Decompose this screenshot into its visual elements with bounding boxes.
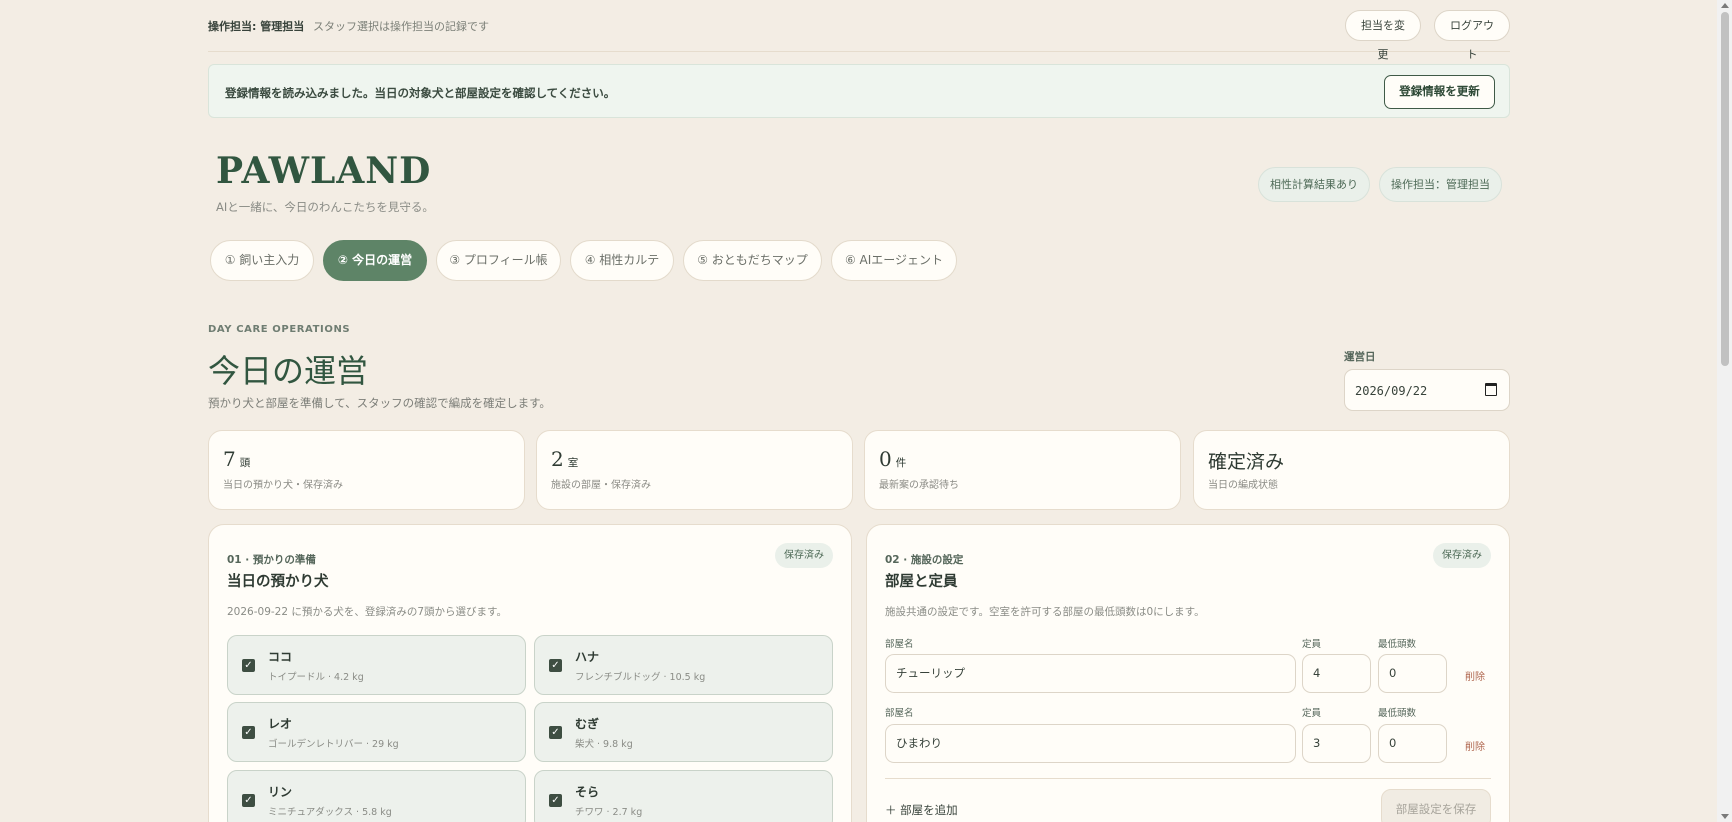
- stat-value: 2: [551, 447, 564, 471]
- dog-name: レオ: [268, 717, 293, 731]
- panel-step: 01 · 預かりの準備: [227, 554, 316, 566]
- brand-logo: PAWLAND: [216, 150, 432, 192]
- panel-title: 部屋と定員: [885, 574, 958, 590]
- dog-name: そら: [575, 785, 600, 799]
- saved-badge: 保存済み: [1433, 543, 1491, 568]
- dog-meta: トイプードル · 4.2 kg: [268, 672, 364, 683]
- room-min-label: 最低頭数: [1378, 708, 1417, 719]
- dog-option[interactable]: ✓ リン ミニチュアダックス · 5.8 kg: [227, 770, 526, 822]
- stat-card-rooms: 2室 施設の部屋・保存済み: [536, 430, 853, 510]
- dog-option[interactable]: ✓ ココ トイプードル · 4.2 kg: [227, 635, 526, 695]
- brand-tagline: AIと一緒に、今日のわんこたちを見守る。: [216, 200, 434, 214]
- dog-meta: 柴犬 · 9.8 kg: [575, 739, 633, 750]
- tab-ai-agent[interactable]: ⑥ AIエージェント: [831, 240, 957, 281]
- stat-unit: 頭: [239, 457, 251, 469]
- tab-profile-book[interactable]: ③ プロフィール帳: [436, 240, 561, 281]
- tab-today-operations[interactable]: ② 今日の運営: [323, 240, 427, 281]
- operator-status-badge: 操作担当：管理担当: [1379, 167, 1502, 202]
- tab-friends-map[interactable]: ⑤ おともだちマップ: [683, 240, 822, 281]
- room-name-label: 部屋名: [885, 639, 914, 650]
- page-scrollbar[interactable]: [1717, 0, 1732, 822]
- operator-note: スタッフ選択は操作担当の記録です: [313, 20, 489, 33]
- scrollbar-thumb[interactable]: [1721, 12, 1729, 366]
- stat-value: 7: [223, 447, 236, 471]
- top-bar: 操作担当: 管理担当 スタッフ選択は操作担当の記録です 担当を変更 ログアウト: [208, 0, 1510, 61]
- refresh-registration-button[interactable]: 登録情報を更新: [1384, 75, 1495, 109]
- tab-owner-input[interactable]: ① 飼い主入力: [210, 240, 314, 281]
- operation-date-label: 運営日: [1344, 351, 1376, 363]
- checkbox-checked-icon[interactable]: ✓: [549, 794, 562, 807]
- room-capacity-input[interactable]: 3: [1302, 724, 1371, 763]
- room-capacity-input[interactable]: 4: [1302, 654, 1371, 693]
- panel-description: 施設共通の設定です。空室を許可する部屋の最低頭数は0にします。: [885, 606, 1205, 618]
- room-min-label: 最低頭数: [1378, 639, 1417, 650]
- notice-banner: 登録情報を読み込みました。当日の対象犬と部屋設定を確認してください。 登録情報を…: [208, 64, 1510, 118]
- operation-date-input[interactable]: 2026/09/22: [1344, 369, 1510, 411]
- room-name-input[interactable]: チューリップ: [885, 654, 1296, 693]
- room-min-input[interactable]: 0: [1378, 654, 1447, 693]
- dog-option[interactable]: ✓ そら チワワ · 2.7 kg: [534, 770, 833, 822]
- logout-button[interactable]: ログアウト: [1434, 10, 1510, 61]
- calendar-icon[interactable]: [1485, 383, 1497, 396]
- dog-meta: チワワ · 2.7 kg: [575, 807, 643, 818]
- dog-meta: ゴールデンレトリバー · 29 kg: [268, 739, 399, 750]
- dog-option[interactable]: ✓ ハナ フレンチブルドッグ · 10.5 kg: [534, 635, 833, 695]
- checkbox-checked-icon[interactable]: ✓: [549, 726, 562, 739]
- compat-status-badge: 相性計算結果あり: [1258, 167, 1370, 202]
- checkbox-checked-icon[interactable]: ✓: [242, 659, 255, 672]
- panel-description: 2026-09-22 に預かる犬を、登録済みの7頭から選びます。: [227, 606, 507, 618]
- tab-compatibility-chart[interactable]: ④ 相性カルテ: [570, 240, 674, 281]
- room-name-input[interactable]: ひまわり: [885, 724, 1296, 763]
- page-description: 預かり犬と部屋を準備して、スタッフの確認で編成を確定します。: [208, 396, 551, 410]
- stat-label: 当日の編成状態: [1208, 480, 1278, 491]
- panel-title: 当日の預かり犬: [227, 574, 329, 590]
- notice-message: 登録情報を読み込みました。当日の対象犬と部屋設定を確認してください。: [225, 86, 616, 100]
- dog-meta: ミニチュアダックス · 5.8 kg: [268, 807, 392, 818]
- stat-unit: 件: [895, 457, 907, 469]
- page-title: 今日の運営: [208, 352, 369, 390]
- section-eyebrow: DAY CARE OPERATIONS: [208, 324, 351, 335]
- stat-card-status: 確定済み 当日の編成状態: [1193, 430, 1510, 510]
- dog-name: ハナ: [575, 650, 600, 664]
- stat-card-dogs: 7頭 当日の預かり犬・保存済み: [208, 430, 525, 510]
- dog-meta: フレンチブルドッグ · 10.5 kg: [575, 672, 706, 683]
- dog-name: リン: [268, 785, 293, 799]
- add-room-button[interactable]: ＋ 部屋を追加: [885, 802, 958, 818]
- scroll-down-arrow-icon[interactable]: [1721, 814, 1729, 819]
- stat-card-approvals: 0件 最新案の承認待ち: [864, 430, 1181, 510]
- rooms-panel: 02 · 施設の設定 部屋と定員 保存済み 施設共通の設定です。空室を許可する部…: [866, 524, 1510, 822]
- change-operator-button[interactable]: 担当を変更: [1345, 10, 1421, 61]
- room-min-input[interactable]: 0: [1378, 724, 1447, 763]
- stat-label: 最新案の承認待ち: [879, 480, 959, 491]
- room-capacity-label: 定員: [1302, 639, 1322, 650]
- delete-room-button[interactable]: 削除: [1465, 738, 1485, 753]
- dog-name: むぎ: [575, 717, 600, 731]
- dog-option[interactable]: ✓ レオ ゴールデンレトリバー · 29 kg: [227, 702, 526, 762]
- delete-room-button[interactable]: 削除: [1465, 668, 1485, 683]
- stat-value: 0: [879, 447, 892, 471]
- save-room-settings-button[interactable]: 部屋設定を保存: [1381, 789, 1491, 822]
- stat-label: 施設の部屋・保存済み: [551, 480, 651, 491]
- dog-name: ココ: [268, 650, 293, 664]
- stat-unit: 室: [567, 457, 579, 469]
- checkbox-checked-icon[interactable]: ✓: [242, 726, 255, 739]
- room-name-label: 部屋名: [885, 708, 914, 719]
- divider: [885, 778, 1491, 779]
- stat-value: 確定済み: [1208, 451, 1285, 473]
- operator-label: 操作担当: 管理担当: [208, 20, 305, 33]
- room-capacity-label: 定員: [1302, 708, 1322, 719]
- checkbox-checked-icon[interactable]: ✓: [549, 659, 562, 672]
- panel-step: 02 · 施設の設定: [885, 554, 964, 566]
- checkbox-checked-icon[interactable]: ✓: [242, 794, 255, 807]
- saved-badge: 保存済み: [775, 543, 833, 568]
- scroll-up-arrow-icon[interactable]: [1721, 3, 1729, 8]
- dogs-panel: 01 · 預かりの準備 当日の預かり犬 保存済み 2026-09-22 に預かる…: [208, 524, 852, 822]
- dog-option[interactable]: ✓ むぎ 柴犬 · 9.8 kg: [534, 702, 833, 762]
- stat-label: 当日の預かり犬・保存済み: [223, 480, 343, 491]
- operation-date-value: 2026/09/22: [1355, 384, 1428, 398]
